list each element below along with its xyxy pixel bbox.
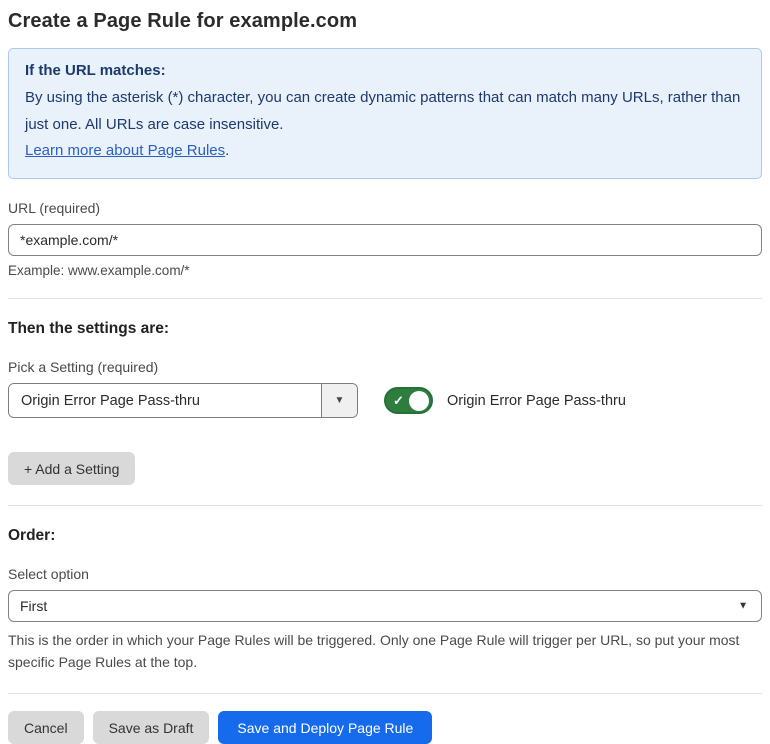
settings-section-heading: Then the settings are:: [8, 320, 170, 337]
setting-dropdown-value: Origin Error Page Pass-thru: [9, 384, 321, 417]
info-box-heading: If the URL matches:: [25, 62, 166, 79]
footer-actions: Cancel Save as Draft Save and Deploy Pag…: [8, 711, 762, 744]
save-and-deploy-button[interactable]: Save and Deploy Page Rule: [218, 711, 433, 744]
toggle-label: Origin Error Page Pass-thru: [447, 392, 626, 409]
order-select-value: First: [20, 598, 48, 614]
cancel-button[interactable]: Cancel: [8, 711, 84, 744]
url-field-label: URL (required): [8, 200, 101, 216]
toggle-knob: [409, 390, 429, 411]
learn-more-link[interactable]: Learn more about Page Rules: [25, 142, 225, 159]
setting-dropdown[interactable]: Origin Error Page Pass-thru ▼: [8, 383, 358, 418]
chevron-down-icon[interactable]: ▼: [321, 384, 357, 417]
save-as-draft-button[interactable]: Save as Draft: [92, 711, 210, 744]
url-example-hint: Example: www.example.com/*: [8, 263, 190, 278]
add-setting-button[interactable]: + Add a Setting: [8, 452, 136, 485]
order-select[interactable]: First ▼: [8, 590, 762, 622]
setting-row: Origin Error Page Pass-thru ▼ ✓ Origin E…: [8, 383, 762, 418]
order-select-label: Select option: [8, 566, 89, 582]
url-input[interactable]: [8, 224, 762, 256]
order-help-text: This is the order in which your Page Rul…: [8, 632, 740, 670]
pick-setting-label: Pick a Setting (required): [8, 359, 159, 375]
page-title: Create a Page Rule for example.com: [8, 10, 358, 32]
info-link-line: Learn more about Page Rules.: [25, 138, 745, 164]
divider: [8, 298, 762, 299]
url-match-info-box: If the URL matches: By using the asteris…: [8, 48, 762, 179]
link-suffix: .: [225, 142, 230, 159]
setting-toggle-on[interactable]: ✓: [384, 387, 433, 414]
info-box-body: By using the asterisk (*) character, you…: [25, 89, 741, 133]
divider: [8, 693, 762, 694]
check-icon: ✓: [393, 392, 404, 408]
chevron-down-icon: ▼: [738, 600, 748, 612]
order-section-heading: Order:: [8, 527, 56, 544]
divider: [8, 505, 762, 506]
create-page-rule-form: Create a Page Rule for example.com If th…: [0, 0, 770, 744]
